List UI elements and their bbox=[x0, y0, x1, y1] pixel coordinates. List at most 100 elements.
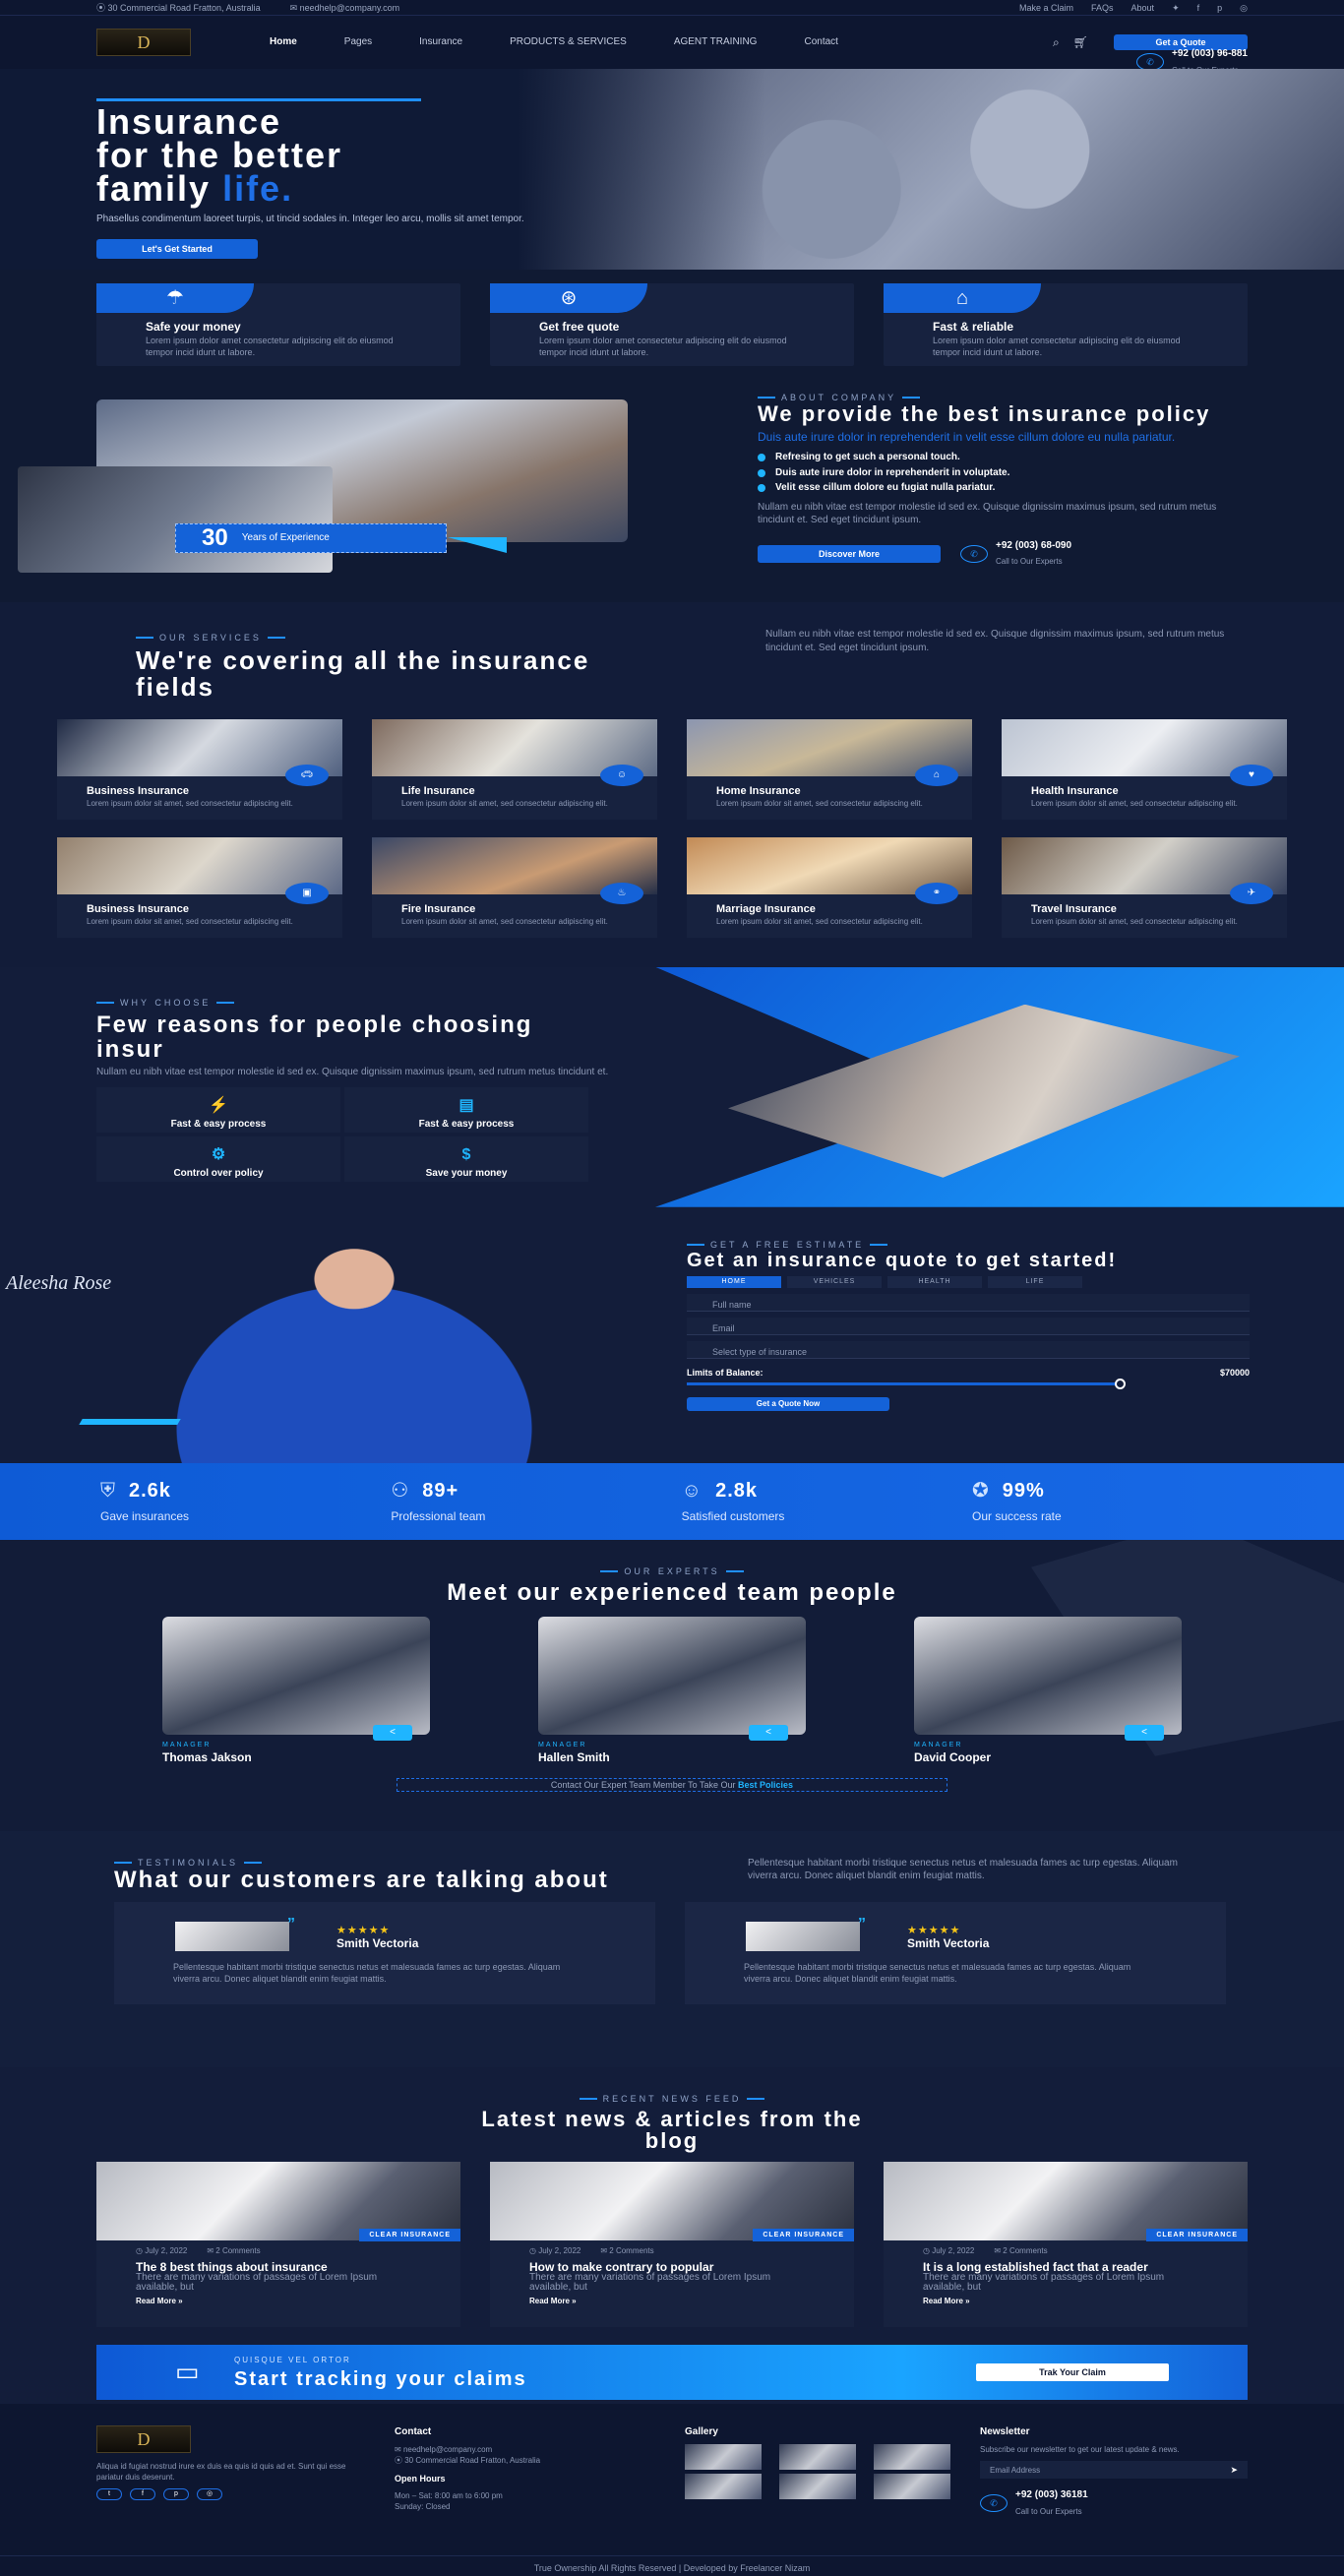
services-section: OUR SERVICES We're covering all the insu… bbox=[0, 602, 1344, 967]
about-points: Refresing to get such a personal touch. … bbox=[758, 451, 1269, 495]
service-card[interactable]: ⌂ Home Insurance Lorem ipsum dolor sit ame… bbox=[687, 718, 972, 820]
nav-agent-training[interactable]: AGENT TRAINING bbox=[674, 35, 758, 49]
phone-icon: ✆ bbox=[960, 544, 988, 563]
newsletter-email-input[interactable]: Email Address bbox=[980, 2461, 1248, 2480]
get-started-button[interactable]: Let's Get Started bbox=[96, 239, 258, 260]
gallery-thumb[interactable] bbox=[779, 2444, 856, 2471]
twitter-icon[interactable]: ✦ bbox=[1172, 2, 1180, 14]
testimonial-card: ” ★★★★★ Smith Vectoria Pellentesque habi… bbox=[685, 1901, 1226, 2004]
balance-slider[interactable] bbox=[687, 1379, 1126, 1390]
slider-handle[interactable] bbox=[1115, 1379, 1126, 1390]
service-card[interactable]: ✈ Travel Insurance Lorem ipsum dolor sit a… bbox=[1002, 836, 1287, 938]
footer-phone-caption: Call to Our Experts bbox=[1015, 2506, 1082, 2516]
about-decor-triangle bbox=[448, 537, 507, 553]
make-claim-link[interactable]: Make a Claim bbox=[1019, 2, 1073, 14]
read-more-link[interactable]: Read More » bbox=[136, 2297, 460, 2307]
track-claim-button[interactable]: Trak Your Claim bbox=[976, 2362, 1169, 2381]
lightning-icon: ⚡ bbox=[209, 1096, 228, 1114]
address-value: 30 Commercial Road Fratton, Australia bbox=[107, 2, 261, 13]
email-link[interactable]: ✉ needhelp@company.com bbox=[290, 2, 400, 14]
service-title: Business Insurance bbox=[87, 784, 189, 797]
service-card[interactable]: 🚗︎ Business Insurance Lorem ipsum dolor si… bbox=[57, 718, 342, 820]
service-text: Lorem ipsum dolor sit amet, sed consecte… bbox=[716, 916, 923, 926]
service-card[interactable]: ☺ Life Insurance Lorem ipsum dolor sit ame… bbox=[372, 718, 657, 820]
nav-contact[interactable]: Contact bbox=[804, 35, 837, 49]
blog-title: Latest news & articles from the blog bbox=[481, 2106, 863, 2153]
address-text: ⦿ 30 Commercial Road Fratton, Australia bbox=[96, 2, 261, 13]
tab-home[interactable]: HOME bbox=[687, 1275, 781, 1288]
site-logo[interactable]: D bbox=[96, 29, 191, 56]
stat-label: Professional team bbox=[391, 1509, 486, 1524]
nav-home[interactable]: Home bbox=[270, 35, 297, 49]
stat-item: ⛨ 2.6k Gave insurances bbox=[100, 1478, 376, 1524]
facebook-icon[interactable]: f bbox=[1197, 2, 1200, 14]
money-icon: $ bbox=[461, 1145, 471, 1163]
full-name-field[interactable]: Full name bbox=[687, 1293, 1250, 1312]
tab-vehicles[interactable]: VEHICLES bbox=[787, 1275, 882, 1288]
instagram-icon[interactable]: ◎ bbox=[1240, 2, 1248, 14]
blog-section: RECENT NEWS FEED Latest news & articles … bbox=[0, 2066, 1344, 2331]
about-call-box[interactable]: ✆ +92 (003) 68-090 Call to Our Experts bbox=[960, 539, 1071, 569]
pinterest-icon[interactable]: p bbox=[1217, 2, 1222, 14]
post-date-value: July 2, 2022 bbox=[145, 2245, 188, 2255]
blog-post-card[interactable]: CLEAR INSURANCE ◷ July 2, 2022 ✉ 2 Comment… bbox=[490, 2161, 854, 2327]
tab-life[interactable]: LIFE bbox=[988, 1275, 1082, 1288]
home-icon: ⌂ bbox=[915, 764, 958, 786]
nav-insurance[interactable]: Insurance bbox=[419, 35, 462, 49]
email-value: needhelp@company.com bbox=[299, 2, 400, 13]
tab-health[interactable]: HEALTH bbox=[887, 1275, 982, 1288]
service-card[interactable]: ♨ Fire Insurance Lorem ipsum dolor sit ame… bbox=[372, 836, 657, 938]
about-link[interactable]: About bbox=[1131, 2, 1155, 14]
tracking-subtitle: QUISQUE VEL ORTOR bbox=[234, 2356, 351, 2365]
nav-pages[interactable]: Pages bbox=[344, 35, 372, 49]
read-more-link[interactable]: Read More » bbox=[923, 2297, 1248, 2307]
read-more-link[interactable]: Read More » bbox=[529, 2297, 854, 2307]
quote-form: GET A FREE ESTIMATE Get an insurance quo… bbox=[687, 1239, 1250, 1412]
team-member[interactable]: MANAGER Thomas Jakson bbox=[162, 1616, 430, 1766]
instagram-icon[interactable]: ◎ bbox=[197, 2488, 222, 2501]
experience-badge: 30 Years of Experience bbox=[175, 523, 447, 553]
blog-post-card[interactable]: CLEAR INSURANCE ◷ July 2, 2022 ✉ 2 Comment… bbox=[96, 2161, 460, 2327]
footer-call-box[interactable]: ✆ +92 (003) 36181 Call to Our Experts bbox=[980, 2488, 1248, 2518]
team-subtitle: OUR EXPERTS bbox=[0, 1565, 1344, 1577]
cart-icon[interactable]: 🛒︎ bbox=[1073, 34, 1088, 50]
why-item: ▤ Fast & easy process bbox=[344, 1086, 588, 1133]
service-card[interactable]: ▣ Business Insurance Lorem ipsum dolor sit… bbox=[57, 836, 342, 938]
customers-icon: ☺ bbox=[681, 1480, 703, 1503]
site-footer: D Aliqua id fugiat nostrud irure ex duis… bbox=[0, 2403, 1344, 2576]
get-quote-now-button[interactable]: Get a Quote Now bbox=[687, 1397, 889, 1412]
stat-label: Satisfied customers bbox=[681, 1509, 785, 1524]
plane-icon: ✈ bbox=[1230, 882, 1273, 904]
gallery-thumb[interactable] bbox=[685, 2444, 762, 2471]
footer-email[interactable]: ✉ needhelp@company.com bbox=[395, 2444, 685, 2455]
gallery-thumb[interactable] bbox=[685, 2474, 762, 2500]
services-title: We're covering all the insurance fields bbox=[136, 645, 590, 703]
pinterest-icon[interactable]: p bbox=[163, 2488, 189, 2501]
post-date: ◷ July 2, 2022 bbox=[136, 2245, 188, 2255]
footer-logo[interactable]: D bbox=[96, 2424, 191, 2453]
team-member[interactable]: MANAGER David Cooper bbox=[914, 1616, 1182, 1766]
twitter-icon[interactable]: t bbox=[96, 2488, 122, 2501]
member-name: Hallen Smith bbox=[538, 1750, 610, 1765]
footer-phone: +92 (003) 36181 bbox=[1015, 2489, 1088, 2501]
service-card[interactable]: ♥ Health Insurance Lorem ipsum dolor sit a… bbox=[1002, 718, 1287, 820]
gallery-thumb[interactable] bbox=[874, 2474, 950, 2500]
search-icon[interactable]: ⌕ bbox=[1053, 34, 1060, 50]
facebook-icon[interactable]: f bbox=[130, 2488, 155, 2501]
stat-item: ☺ 2.8k Satisfied customers bbox=[682, 1478, 957, 1524]
insurance-type-select[interactable]: Select type of insurance bbox=[687, 1340, 1250, 1359]
hours-sunday: Sunday: Closed bbox=[395, 2501, 451, 2511]
discover-more-button[interactable]: Discover More bbox=[758, 544, 941, 563]
hours-weekday: Mon – Sat: 8:00 am to 6:00 pm bbox=[395, 2490, 503, 2500]
blog-post-card[interactable]: CLEAR INSURANCE ◷ July 2, 2022 ✉ 2 Comment… bbox=[884, 2161, 1248, 2327]
faqs-link[interactable]: FAQs bbox=[1091, 2, 1114, 14]
best-policies-link[interactable]: Best Policies bbox=[738, 1780, 793, 1790]
service-card[interactable]: ⚭ Marriage Insurance Lorem ipsum dolor sit… bbox=[687, 836, 972, 938]
copyright-text: True Ownership All Rights Reserved | Dev… bbox=[0, 2554, 1344, 2574]
member-name: David Cooper bbox=[914, 1750, 992, 1765]
email-field[interactable]: Email bbox=[687, 1317, 1250, 1335]
gallery-thumb[interactable] bbox=[874, 2444, 950, 2471]
team-member[interactable]: MANAGER Hallen Smith bbox=[538, 1616, 806, 1766]
gallery-thumb[interactable] bbox=[779, 2474, 856, 2500]
nav-products-services[interactable]: PRODUCTS & SERVICES bbox=[510, 35, 627, 49]
